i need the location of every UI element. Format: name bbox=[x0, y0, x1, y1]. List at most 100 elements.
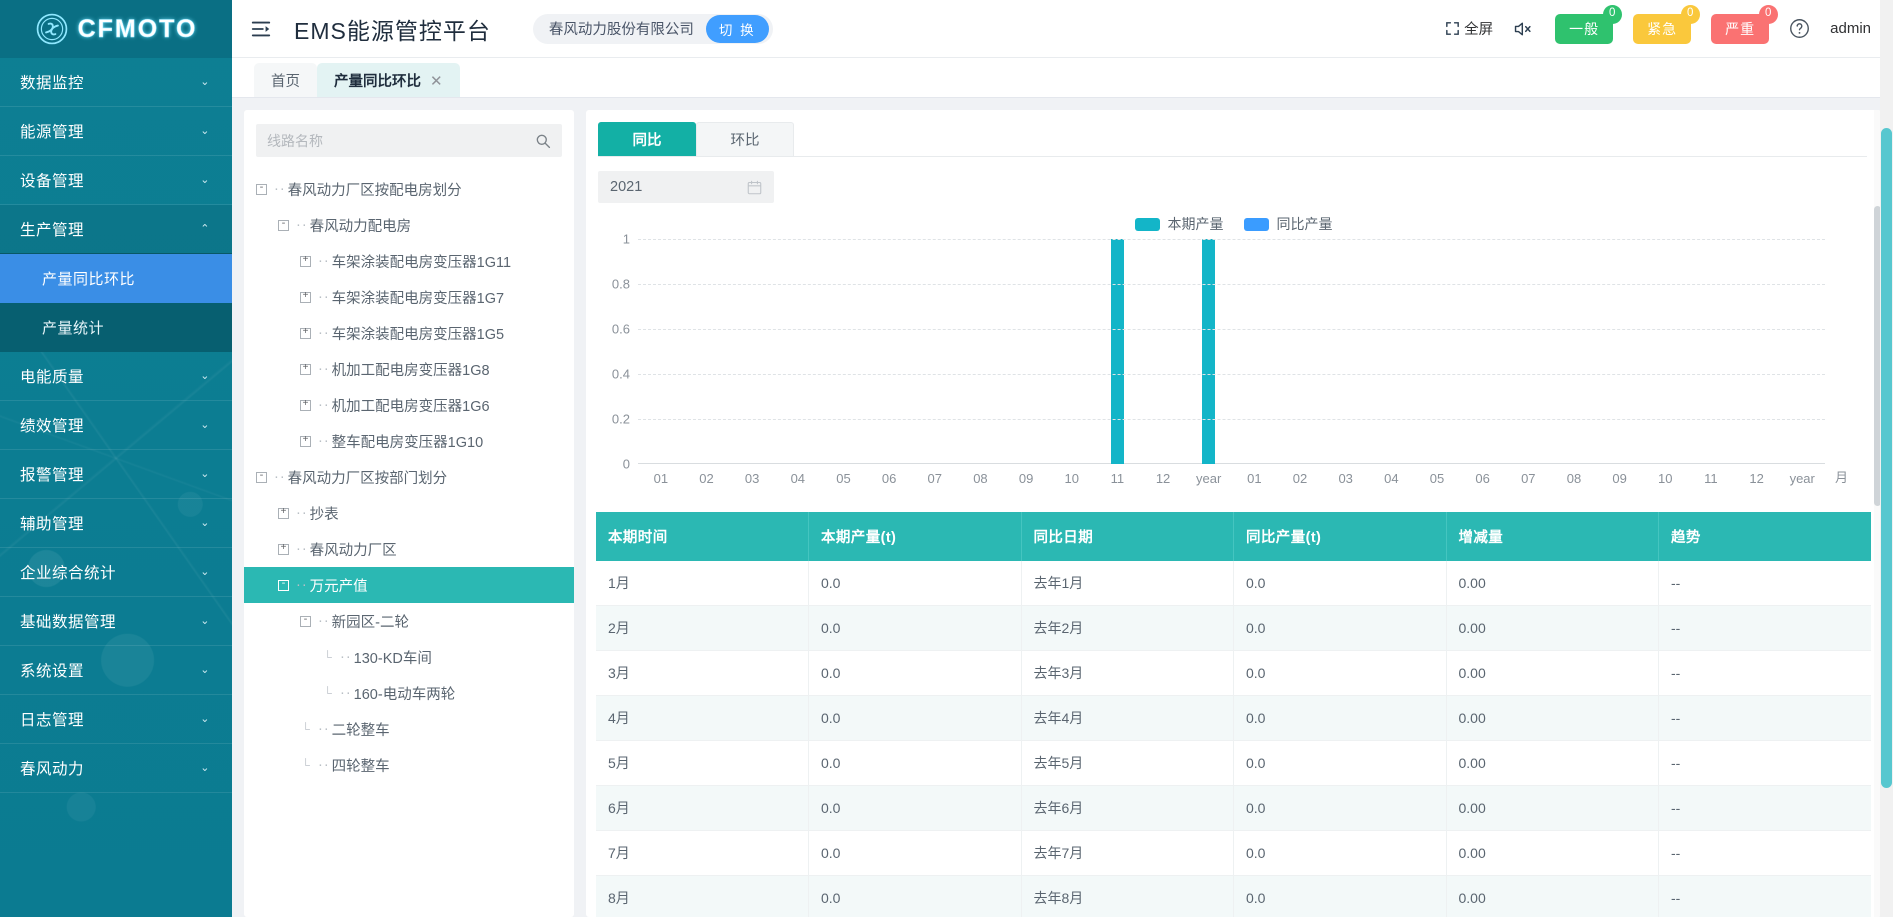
year-picker[interactable]: 2021 bbox=[598, 171, 774, 203]
tree-expand-icon[interactable]: + bbox=[278, 508, 289, 519]
tree-node-4[interactable]: +··车架涂装配电房变压器1G5 bbox=[256, 315, 562, 351]
tree-node-8[interactable]: -··春风动力厂区按部门划分 bbox=[256, 459, 562, 495]
sidebar-item-9[interactable]: 基础数据管理⌄ bbox=[0, 597, 232, 646]
sidebar-item-5[interactable]: 绩效管理⌄ bbox=[0, 401, 232, 450]
mute-button[interactable] bbox=[1513, 20, 1535, 38]
tree-node-5[interactable]: +··机加工配电房变压器1G8 bbox=[256, 351, 562, 387]
tree-node-15[interactable]: └··二轮整车 bbox=[256, 711, 562, 747]
tree-node-9[interactable]: +··抄表 bbox=[256, 495, 562, 531]
tree-expand-icon[interactable]: + bbox=[300, 436, 311, 447]
tree-node-11[interactable]: -··万元产值 bbox=[244, 567, 574, 603]
tree-search-box[interactable] bbox=[256, 124, 562, 157]
table-cell-4: 0.00 bbox=[1446, 876, 1659, 917]
tree-node-label: 春风动力厂区 bbox=[310, 539, 397, 560]
chevron-up-icon: ⌃ bbox=[200, 224, 210, 235]
close-icon[interactable]: ✕ bbox=[430, 72, 443, 90]
tab-0[interactable]: 首页 bbox=[254, 63, 317, 97]
sidebar-item-8[interactable]: 企业综合统计⌄ bbox=[0, 548, 232, 597]
bar-slot-3 bbox=[775, 239, 821, 464]
x-axis-tick: 07 bbox=[1505, 464, 1551, 486]
sidebar-item-3[interactable]: 生产管理⌃ bbox=[0, 205, 232, 254]
table-body: 1月0.0去年1月0.00.00--2月0.0去年2月0.00.00--3月0.… bbox=[596, 561, 1871, 917]
tree-node-0[interactable]: -··春风动力厂区按配电房划分 bbox=[256, 171, 562, 207]
tree-node-16[interactable]: └··四轮整车 bbox=[256, 747, 562, 783]
bar-0-12[interactable] bbox=[1202, 239, 1215, 464]
chevron-down-icon: ⌄ bbox=[200, 616, 210, 627]
tree-expand-icon[interactable]: + bbox=[300, 292, 311, 303]
table-cell-0: 5月 bbox=[596, 741, 809, 786]
calendar-icon[interactable] bbox=[747, 180, 762, 195]
tree-node-13[interactable]: └··130-KD车间 bbox=[256, 639, 562, 675]
legend-item-1[interactable]: 同比产量 bbox=[1244, 214, 1333, 234]
collapse-menu-icon[interactable] bbox=[250, 18, 272, 40]
company-selector[interactable]: 春风动力股份有限公司 切 换 bbox=[533, 14, 773, 44]
tree-collapse-icon[interactable]: - bbox=[256, 472, 267, 483]
sidebar-item-4[interactable]: 电能质量⌄ bbox=[0, 352, 232, 401]
table-row[interactable]: 1月0.0去年1月0.00.00-- bbox=[596, 561, 1871, 606]
alarm-badge-0[interactable]: 一般0 bbox=[1555, 14, 1613, 44]
tree-node-label: 车架涂装配电房变压器1G7 bbox=[332, 287, 504, 308]
sidebar-item-11[interactable]: 日志管理⌄ bbox=[0, 695, 232, 744]
legend-item-0[interactable]: 本期产量 bbox=[1135, 214, 1224, 234]
user-menu[interactable]: admin bbox=[1830, 20, 1871, 37]
table-row[interactable]: 2月0.0去年2月0.00.00-- bbox=[596, 606, 1871, 651]
tree-expand-icon[interactable]: + bbox=[300, 256, 311, 267]
alarm-badge-2[interactable]: 严重0 bbox=[1711, 14, 1769, 44]
sidebar-item-0[interactable]: 数据监控⌄ bbox=[0, 58, 232, 107]
sidebar-item-7[interactable]: 辅助管理⌄ bbox=[0, 499, 232, 548]
tree-node-2[interactable]: +··车架涂装配电房变压器1G11 bbox=[256, 243, 562, 279]
sidebar-item-6[interactable]: 报警管理⌄ bbox=[0, 450, 232, 499]
tree-node-1[interactable]: -··春风动力配电房 bbox=[256, 207, 562, 243]
chart-tab-1[interactable]: 环比 bbox=[696, 122, 794, 156]
fullscreen-button[interactable]: 全屏 bbox=[1444, 18, 1493, 39]
tab-1[interactable]: 产量同比环比✕ bbox=[317, 63, 460, 97]
legend-label: 同比产量 bbox=[1277, 214, 1333, 234]
tree-node-6[interactable]: +··机加工配电房变压器1G6 bbox=[256, 387, 562, 423]
tree-connector: ·· bbox=[340, 649, 352, 665]
sidebar-subitem-3-0[interactable]: 产量同比环比 bbox=[0, 254, 232, 303]
page-scrollbar[interactable] bbox=[1880, 0, 1893, 917]
help-question-icon[interactable] bbox=[1789, 18, 1810, 39]
tree-node-12[interactable]: -··新园区-二轮 bbox=[256, 603, 562, 639]
tree-collapse-icon[interactable]: - bbox=[256, 184, 267, 195]
switch-company-button[interactable]: 切 换 bbox=[706, 15, 769, 43]
brand-logo[interactable]: CFMOTO bbox=[0, 0, 232, 58]
table-row[interactable]: 7月0.0去年7月0.00.00-- bbox=[596, 831, 1871, 876]
table-row[interactable]: 4月0.0去年4月0.00.00-- bbox=[596, 696, 1871, 741]
bar-slot-10 bbox=[1095, 239, 1141, 464]
sidebar-subitem-3-1[interactable]: 产量统计 bbox=[0, 303, 232, 352]
tree-expand-icon[interactable]: + bbox=[300, 400, 311, 411]
table-cell-1: 0.0 bbox=[809, 831, 1022, 876]
sidebar-item-10[interactable]: 系统设置⌄ bbox=[0, 646, 232, 695]
table-row[interactable]: 8月0.0去年8月0.00.00-- bbox=[596, 876, 1871, 917]
search-icon[interactable] bbox=[535, 133, 551, 149]
tree-collapse-icon[interactable]: - bbox=[278, 580, 289, 591]
tree-node-3[interactable]: +··车架涂装配电房变压器1G7 bbox=[256, 279, 562, 315]
tree-expand-icon[interactable]: + bbox=[300, 328, 311, 339]
tree-expand-icon[interactable]: + bbox=[278, 544, 289, 555]
tree-collapse-icon[interactable]: - bbox=[300, 616, 311, 627]
bar-0-10[interactable] bbox=[1111, 239, 1124, 464]
tree-node-10[interactable]: +··春风动力厂区 bbox=[256, 531, 562, 567]
sidebar-item-12[interactable]: 春风动力⌄ bbox=[0, 744, 232, 793]
alarm-badge-1[interactable]: 紧急0 bbox=[1633, 14, 1691, 44]
tree-node-7[interactable]: +··整车配电房变压器1G10 bbox=[256, 423, 562, 459]
sidebar-item-1[interactable]: 能源管理⌄ bbox=[0, 107, 232, 156]
tree-collapse-icon[interactable]: - bbox=[278, 220, 289, 231]
table-cell-4: 0.00 bbox=[1446, 741, 1659, 786]
tree-expand-icon[interactable]: + bbox=[300, 364, 311, 375]
table-row[interactable]: 3月0.0去年3月0.00.00-- bbox=[596, 651, 1871, 696]
sidebar-item-label: 企业综合统计 bbox=[20, 561, 116, 583]
bar-slot-17 bbox=[1414, 239, 1460, 464]
chevron-down-icon: ⌄ bbox=[200, 175, 210, 186]
tree-node-14[interactable]: └··160-电动车两轮 bbox=[256, 675, 562, 711]
chart-tab-0[interactable]: 同比 bbox=[598, 122, 696, 156]
table-cell-5: -- bbox=[1659, 606, 1872, 651]
x-axis-tick: 04 bbox=[775, 464, 821, 486]
page-scrollbar-thumb[interactable] bbox=[1881, 128, 1892, 788]
sidebar-item-2[interactable]: 设备管理⌄ bbox=[0, 156, 232, 205]
analysis-panel: 同比环比 2021 本期产量同比产量 0102 bbox=[586, 110, 1881, 917]
table-row[interactable]: 5月0.0去年5月0.00.00-- bbox=[596, 741, 1871, 786]
search-input[interactable] bbox=[267, 133, 535, 149]
table-row[interactable]: 6月0.0去年6月0.00.00-- bbox=[596, 786, 1871, 831]
